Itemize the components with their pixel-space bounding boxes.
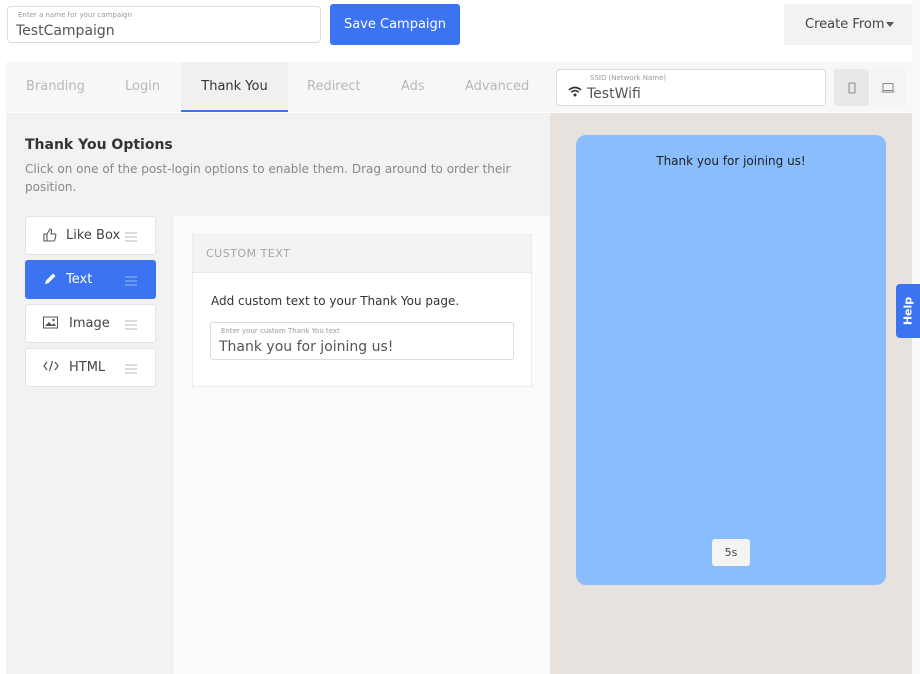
campaign-name-label: Enter a name for your campaign [18,11,132,19]
custom-text-card: CUSTOM TEXT Add custom text to your Than… [192,234,532,387]
drag-handle-icon[interactable] [125,275,137,290]
create-from-button[interactable]: Create From [784,4,912,45]
options-title: Thank You Options [25,137,173,153]
code-icon [43,360,59,376]
top-bar: Enter a name for your campaign TestCampa… [0,0,920,62]
option-like-box-label: Like Box [66,228,121,243]
campaign-name-value[interactable]: TestCampaign [16,23,115,39]
drag-handle-icon[interactable] [125,319,137,334]
drag-handle-icon[interactable] [125,363,137,378]
tab-thank-you[interactable]: Thank You [181,62,288,112]
help-button[interactable]: Help [896,284,920,338]
option-like-box[interactable]: Like Box [25,216,156,255]
option-html[interactable]: HTML [25,348,156,387]
custom-text-input-value[interactable]: Thank you for joining us! [219,339,393,355]
ssid-label: SSID (Network Name) [590,74,667,82]
options-description: Click on one of the post-login options t… [25,162,511,194]
custom-text-input[interactable]: Enter your custom Thank You text Thank y… [210,322,514,360]
option-html-label: HTML [69,360,106,375]
tab-branding[interactable]: Branding [26,62,85,112]
custom-text-description: Add custom text to your Thank You page. [211,294,460,308]
tab-redirect[interactable]: Redirect [307,62,361,112]
scroll-edge [912,0,920,62]
image-icon [43,316,58,333]
preview-timer: 5s [712,539,750,566]
mobile-preview-button[interactable] [834,69,869,106]
thumbs-up-icon [43,228,57,246]
phone-preview: Thank you for joining us! 5s [576,135,886,585]
help-label: Help [901,296,915,326]
desktop-preview-button[interactable] [870,69,906,106]
wifi-icon [568,82,582,101]
tab-ads[interactable]: Ads [401,62,425,112]
ssid-value[interactable]: TestWifi [587,86,641,102]
caret-down-icon [886,22,894,27]
campaign-name-field[interactable]: Enter a name for your campaign TestCampa… [7,6,321,43]
preview-message: Thank you for joining us! [656,154,806,168]
option-text-label: Text [66,272,93,287]
scroll-edge [912,62,920,674]
pencil-icon [43,272,57,290]
custom-text-header: CUSTOM TEXT [193,235,531,273]
save-campaign-button[interactable]: Save Campaign [330,4,460,45]
ssid-field[interactable]: SSID (Network Name) TestWifi [556,69,826,106]
create-from-label: Create From [805,17,885,32]
option-image[interactable]: Image [25,304,156,343]
tab-advanced[interactable]: Advanced [465,62,529,112]
option-image-label: Image [69,316,110,331]
custom-text-input-label: Enter your custom Thank You text [221,327,340,335]
option-text[interactable]: Text [25,260,156,299]
drag-handle-icon[interactable] [125,231,137,246]
tab-login[interactable]: Login [125,62,160,112]
